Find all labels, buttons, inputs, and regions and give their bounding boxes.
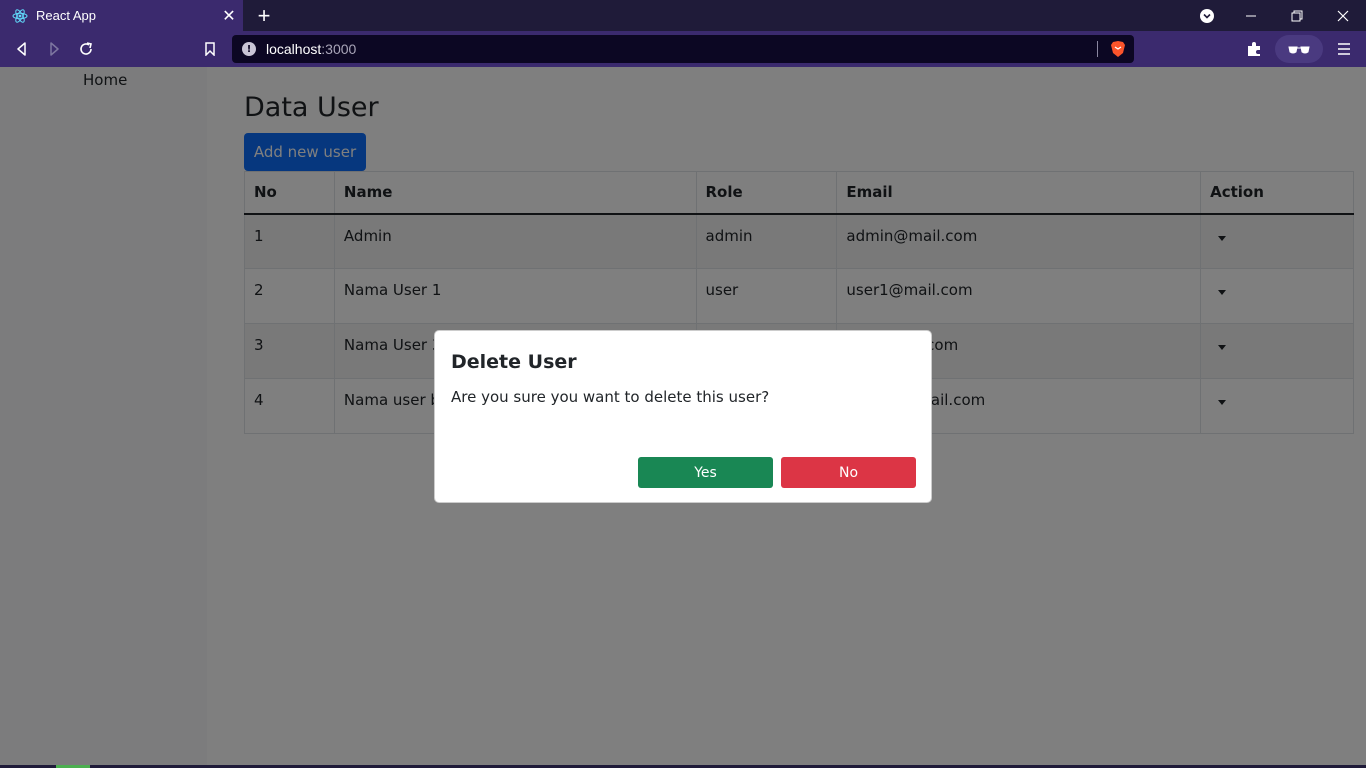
site-info-icon[interactable]: ! <box>242 42 256 56</box>
tab-title: React App <box>36 8 96 23</box>
close-tab-icon[interactable]: ✕ <box>219 6 239 26</box>
sunglasses-icon <box>1288 40 1310 59</box>
extensions-icon[interactable] <box>1242 37 1266 61</box>
url-divider <box>1097 41 1098 57</box>
minimize-icon[interactable] <box>1228 0 1274 31</box>
browser-tab[interactable]: React App ✕ <box>0 0 243 31</box>
confirm-yes-button[interactable]: Yes <box>638 457 773 488</box>
browser-titlebar: React App ✕ + <box>0 0 1366 31</box>
modal-message: Are you sure you want to delete this use… <box>451 388 770 406</box>
back-icon[interactable] <box>10 37 34 61</box>
close-window-icon[interactable] <box>1320 0 1366 31</box>
profile-button[interactable] <box>1275 35 1323 63</box>
forward-icon[interactable] <box>42 37 66 61</box>
cancel-no-button[interactable]: No <box>781 457 916 488</box>
url-text: localhost:3000 <box>266 41 356 57</box>
menu-icon[interactable] <box>1332 37 1356 61</box>
new-tab-icon[interactable]: + <box>252 3 276 28</box>
delete-user-modal: Delete User Are you sure you want to del… <box>434 330 932 503</box>
reload-icon[interactable] <box>74 37 98 61</box>
restore-icon[interactable] <box>1274 0 1320 31</box>
modal-title: Delete User <box>451 351 577 373</box>
address-bar[interactable]: ! localhost:3000 <box>232 35 1134 63</box>
react-logo-icon <box>12 8 28 24</box>
url-host: localhost <box>266 41 322 57</box>
bookmark-icon[interactable] <box>198 37 222 61</box>
tab-search-icon[interactable] <box>1184 0 1230 31</box>
browser-toolbar: ! localhost:3000 <box>0 31 1366 67</box>
url-port: :3000 <box>321 41 357 57</box>
brave-shields-icon[interactable] <box>1110 40 1126 58</box>
